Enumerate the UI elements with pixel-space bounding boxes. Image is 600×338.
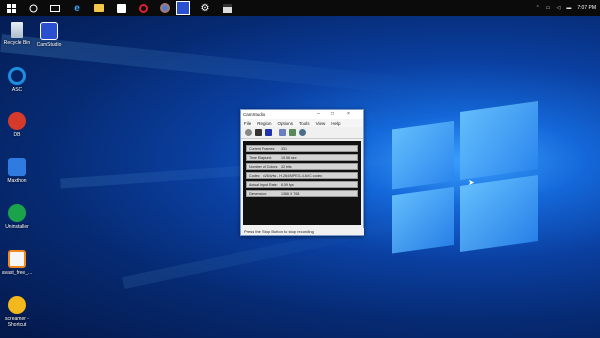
info-value: 32 bits [281, 164, 292, 169]
stop-icon[interactable] [265, 129, 272, 136]
desktop-icon-screamer[interactable]: screamer - Shortcut [1, 296, 33, 328]
firefox-icon[interactable] [158, 1, 172, 15]
desktop-icon-recycle-bin[interactable]: Recycle Bin [1, 22, 33, 46]
info-value: 8.59 fps [281, 182, 294, 187]
maxthon-icon [8, 158, 26, 176]
info-label: Codec: [249, 173, 261, 178]
desktop-icon-label: Uninstaller [5, 224, 29, 230]
menu-tools[interactable]: Tools [299, 121, 310, 126]
menu-view[interactable]: View [316, 121, 326, 126]
desktop-icon-label: Maxthon [7, 178, 27, 184]
chevron-up-icon[interactable]: ⌃ [536, 5, 540, 11]
window-titlebar[interactable]: CamStudio – □ × [241, 110, 363, 119]
clock-time: 7:07 PM [577, 4, 596, 11]
volume-icon[interactable]: ◁ [557, 5, 561, 11]
annotate-icon[interactable] [279, 129, 286, 136]
camstudio-icon [40, 22, 58, 40]
info-row-codec: Codec: x264vfw - H.264/MPEG-4 AVC codec [246, 172, 358, 179]
desktop-icon-camstudio[interactable]: CamStudio [33, 22, 65, 48]
recording-info-panel: Current Frames: 331 Time Elapsed: 19.56 … [243, 141, 361, 225]
info-row-current-frames: Current Frames: 331 [246, 145, 358, 152]
info-label: Actual Input Rate: [249, 182, 278, 187]
edge-icon[interactable]: e [70, 1, 84, 15]
desktop-icon-avast[interactable]: avast_free_... [1, 250, 33, 276]
settings-icon[interactable]: ⚙ [198, 1, 212, 15]
clock[interactable]: 7:07 PM [577, 4, 596, 11]
desktop-icon-label: screamer - Shortcut [5, 316, 29, 328]
info-value: 1366 X 768 [281, 191, 300, 196]
minimize-icon[interactable]: – [317, 111, 320, 117]
desktop-icon-label: ASC [11, 87, 23, 93]
menu-options[interactable]: Options [278, 121, 294, 126]
camstudio-window: CamStudio – □ × File Region Options Tool… [240, 109, 364, 236]
info-row-input-rate: Actual Input Rate: 8.59 fps [246, 181, 358, 188]
start-icon[interactable] [4, 1, 18, 15]
record-icon[interactable] [245, 129, 252, 136]
info-row-number-of-colors: Number of Colors: 32 bits [246, 163, 358, 170]
battery-icon[interactable]: ▬ [566, 5, 571, 11]
toolbar [241, 127, 363, 139]
desktop-icon-uninstaller[interactable]: Uninstaller [1, 204, 33, 230]
taskbar: e ⚙ ⌃ ▭ ◁ ▬ 7:07 PM [0, 0, 600, 16]
info-value: 331 [281, 146, 287, 151]
window-title: CamStudio [243, 112, 266, 117]
menubar: File Region Options Tools View Help [241, 119, 363, 127]
desktop-icon-db[interactable]: DB [1, 112, 33, 138]
desktop-icon-label: Recycle Bin [3, 40, 31, 46]
webcam-icon[interactable] [299, 129, 306, 136]
menu-file[interactable]: File [244, 121, 251, 126]
desktop-icon-label: CamStudio [36, 42, 62, 48]
asc-icon [8, 67, 26, 85]
file-explorer-icon[interactable] [92, 1, 106, 15]
info-row-time-elapsed: Time Elapsed: 19.56 sec [246, 154, 358, 161]
info-label: Number of Colors: [249, 164, 279, 169]
store-icon[interactable] [114, 1, 128, 15]
network-icon[interactable]: ▭ [546, 5, 551, 11]
pause-icon[interactable] [255, 129, 262, 136]
mouse-cursor-icon: ➤ [468, 178, 475, 187]
windows-logo [392, 100, 542, 266]
region-icon[interactable] [289, 129, 296, 136]
desktop-icon-maxthon[interactable]: Maxthon [1, 158, 33, 184]
info-row-dimension: Dimension: 1366 X 768 [246, 190, 358, 197]
screamer-icon [8, 296, 26, 314]
close-icon[interactable]: × [347, 111, 350, 117]
system-tray: ⌃ ▭ ◁ ▬ 7:07 PM [536, 0, 596, 16]
status-bar: Press the Stop Button to stop recording [242, 228, 364, 235]
camstudio-icon[interactable] [176, 1, 190, 15]
menu-region[interactable]: Region [257, 121, 271, 126]
opera-icon[interactable] [136, 1, 150, 15]
info-label: Time Elapsed: [249, 155, 272, 160]
search-icon[interactable] [26, 1, 40, 15]
recycle-bin-icon [11, 22, 23, 38]
clapper-icon[interactable] [220, 1, 234, 15]
avast-icon [8, 250, 26, 268]
desktop-icon-asc[interactable]: ASC [1, 67, 33, 93]
desktop-icon-label: avast_free_... [1, 270, 33, 276]
task-view-icon[interactable] [48, 1, 62, 15]
info-label: Current Frames: [249, 146, 276, 151]
maximize-icon[interactable]: □ [331, 111, 334, 117]
menu-help[interactable]: Help [331, 121, 340, 126]
info-value: x264vfw - H.264/MPEG-4 AVC codec [263, 173, 323, 178]
desktop-icon-label: DB [13, 132, 21, 138]
info-value: 19.56 sec [281, 155, 297, 160]
db-icon [8, 112, 26, 130]
uninstaller-icon [8, 204, 26, 222]
info-label: Dimension: [249, 191, 267, 196]
